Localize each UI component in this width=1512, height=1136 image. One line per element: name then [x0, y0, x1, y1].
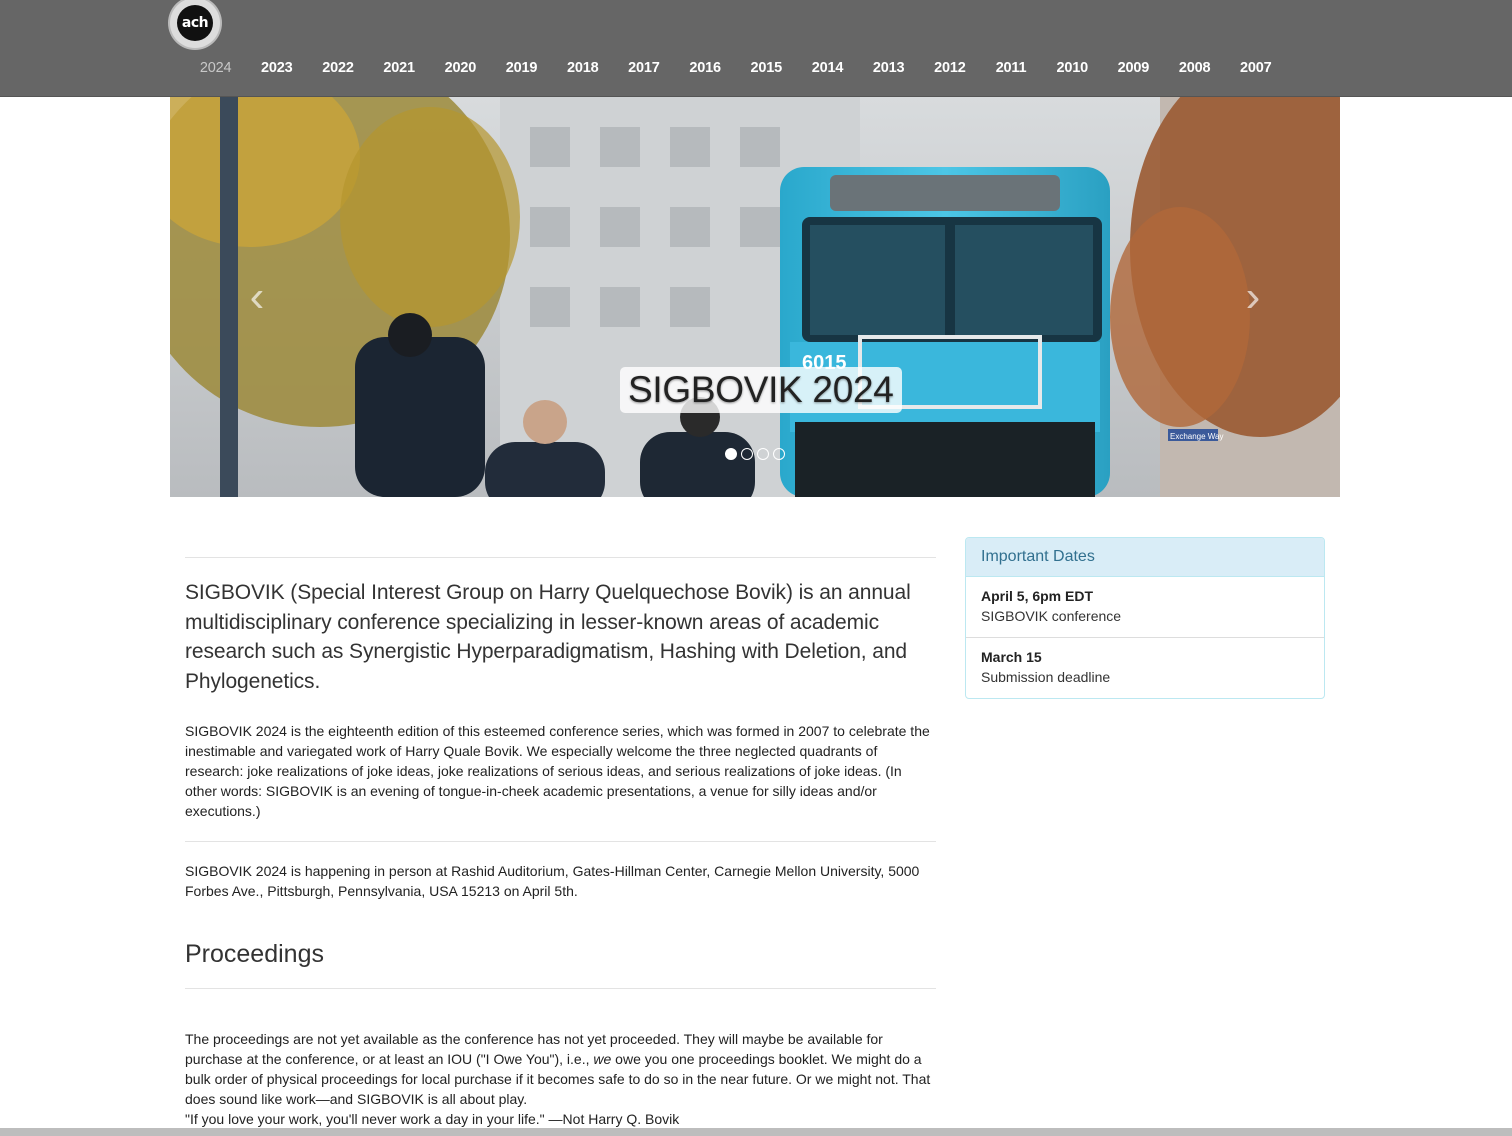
- nav-year-2013[interactable]: 2013: [858, 60, 919, 76]
- main-content: SIGBOVIK (Special Interest Group on Harr…: [185, 557, 936, 1129]
- carousel-caption: SIGBOVIK 2024: [620, 367, 902, 413]
- nav-year-2022[interactable]: 2022: [307, 60, 368, 76]
- intro-paragraph: SIGBOVIK 2024 is the eighteenth edition …: [185, 723, 930, 819]
- carousel-indicator[interactable]: [773, 448, 785, 460]
- year-nav: 2024 2023 2022 2021 2020 2019 2018 2017 2016 2015…: [185, 60, 1286, 76]
- proceedings-emphasis: we: [593, 1051, 612, 1067]
- divider: [185, 988, 936, 989]
- nav-year-2017[interactable]: 2017: [613, 60, 674, 76]
- date-label: March 15: [981, 649, 1042, 665]
- carousel-indicator[interactable]: [725, 448, 737, 460]
- carousel-next-icon[interactable]: ›: [1238, 275, 1268, 319]
- date-label: April 5, 6pm EDT: [981, 588, 1094, 604]
- top-navbar: ach 2024 2023 2022 2021 2020 2019 2018 2017 2016…: [0, 0, 1512, 97]
- nav-year-2010[interactable]: 2010: [1042, 60, 1103, 76]
- nav-year-2023[interactable]: 2023: [246, 60, 307, 76]
- nav-year-2012[interactable]: 2012: [919, 60, 980, 76]
- proceedings-heading: Proceedings: [185, 940, 324, 968]
- nav-year-2016[interactable]: 2016: [675, 60, 736, 76]
- carousel-photo: 6015 Exchange Way: [170, 97, 1340, 497]
- nav-year-2009[interactable]: 2009: [1103, 60, 1164, 76]
- logo[interactable]: ach: [170, 0, 220, 48]
- nav-year-2007[interactable]: 2007: [1225, 60, 1286, 76]
- carousel-indicator[interactable]: [757, 448, 769, 460]
- divider: [185, 841, 936, 842]
- nav-year-2011[interactable]: 2011: [980, 60, 1041, 76]
- hero-carousel: 6015 Exchange Way ‹ › SIGBOVIK 2024: [170, 97, 1340, 497]
- event-label: Submission deadline: [981, 669, 1111, 685]
- logo-text: ach: [177, 5, 213, 41]
- carousel-indicator[interactable]: [741, 448, 753, 460]
- important-dates-panel: Important Dates April 5, 6pm EDT SIGBOVI…: [965, 537, 1325, 699]
- quote-text: "If you love your work, you'll never wor…: [185, 1111, 680, 1127]
- lead-paragraph: SIGBOVIK (Special Interest Group on Harr…: [185, 581, 911, 693]
- nav-year-2024[interactable]: 2024: [185, 60, 246, 76]
- carousel-prev-icon[interactable]: ‹: [242, 275, 272, 319]
- divider: [185, 557, 936, 558]
- carousel-indicators: [725, 448, 785, 460]
- event-label: SIGBOVIK conference: [981, 608, 1122, 624]
- street-sign-text: Exchange Way: [1170, 432, 1224, 441]
- nav-year-2020[interactable]: 2020: [430, 60, 491, 76]
- nav-year-2021[interactable]: 2021: [369, 60, 430, 76]
- location-paragraph: SIGBOVIK 2024 is happening in person at …: [185, 863, 920, 899]
- horizontal-scrollbar[interactable]: [0, 1128, 1512, 1136]
- nav-year-2019[interactable]: 2019: [491, 60, 552, 76]
- date-item: April 5, 6pm EDT SIGBOVIK conference: [966, 577, 1324, 638]
- panel-heading: Important Dates: [966, 538, 1324, 577]
- proceedings-paragraph: The proceedings are not yet available as…: [185, 1029, 936, 1129]
- nav-year-2015[interactable]: 2015: [736, 60, 797, 76]
- date-item: March 15 Submission deadline: [966, 638, 1324, 699]
- nav-year-2014[interactable]: 2014: [797, 60, 858, 76]
- nav-year-2018[interactable]: 2018: [552, 60, 613, 76]
- nav-year-2008[interactable]: 2008: [1164, 60, 1225, 76]
